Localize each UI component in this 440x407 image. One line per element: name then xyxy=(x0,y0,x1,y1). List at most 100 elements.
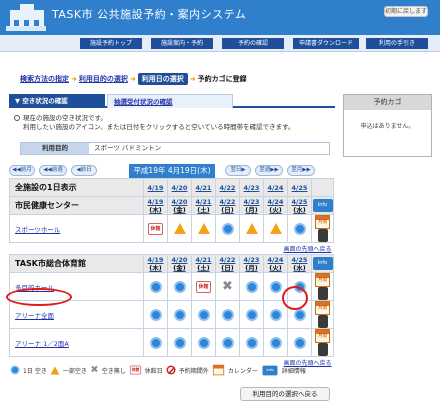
room-link[interactable]: アリーナ全面 xyxy=(15,312,54,320)
status-cell[interactable] xyxy=(239,300,264,329)
date-header[interactable]: 4/23 xyxy=(239,178,264,197)
nav-guide[interactable]: 利用の手引き xyxy=(366,38,428,49)
status-cell[interactable] xyxy=(191,214,216,243)
date-header[interactable]: 4/22 (日) xyxy=(215,196,240,215)
reset-button[interactable]: 初期に戻します xyxy=(384,6,428,17)
date-header[interactable]: 4/24 xyxy=(263,178,288,197)
status-cell[interactable] xyxy=(239,214,264,243)
info-icon[interactable]: Info xyxy=(312,257,333,270)
legend-calendar: カレンダー xyxy=(227,367,258,375)
available-icon xyxy=(269,336,282,349)
cart-empty-message: 申込はありません。 xyxy=(360,123,415,130)
status-cell[interactable]: ✖ xyxy=(215,272,240,301)
status-cell[interactable] xyxy=(239,272,264,301)
status-cell[interactable] xyxy=(191,300,216,329)
status-cell[interactable] xyxy=(167,272,192,301)
status-cell[interactable] xyxy=(287,328,312,357)
date-header[interactable]: 4/25 (水) xyxy=(287,254,312,273)
available-icon xyxy=(173,336,186,349)
date-header[interactable]: 4/22 xyxy=(215,178,240,197)
bullet-icon xyxy=(14,115,20,121)
arrow-right-icon: ➜ xyxy=(129,75,136,83)
info-icon[interactable] xyxy=(317,343,328,356)
date-header[interactable]: 4/23 (月) xyxy=(239,196,264,215)
status-cell[interactable] xyxy=(167,214,192,243)
room-row: スポーツホール 休館 月間 xyxy=(9,214,334,243)
back-to-top-link[interactable]: 画面の先頭へ戻る xyxy=(283,246,331,253)
status-cell[interactable]: 休館 xyxy=(191,272,216,301)
status-cell[interactable] xyxy=(215,300,240,329)
room-link[interactable]: アリーナ 1／2面A xyxy=(15,340,69,348)
availability-grid: 全施設の1日表示 4/19 4/20 4/21 4/22 4/23 4/24 4… xyxy=(9,178,334,369)
date-header[interactable]: 4/23 (月) xyxy=(239,254,264,273)
date-header[interactable]: 4/24 (火) xyxy=(263,196,288,215)
status-cell[interactable] xyxy=(287,214,312,243)
next-week-button[interactable]: 翌週▶▶ xyxy=(255,165,283,176)
nav-confirm-reservation[interactable]: 予約の確認 xyxy=(222,38,284,49)
next-day-button[interactable]: 翌日▶ xyxy=(225,165,251,176)
date-header[interactable]: 4/24 (火) xyxy=(263,254,288,273)
next-month-button[interactable]: 翌月▶▶ xyxy=(287,165,315,176)
crumb-search-method[interactable]: 検索方法の指定 xyxy=(20,74,69,84)
prev-day-button[interactable]: ◀前日 xyxy=(71,165,97,176)
info-icon[interactable]: Info xyxy=(312,199,333,212)
date-header[interactable]: 4/21 (土) xyxy=(191,254,216,273)
status-cell[interactable] xyxy=(215,214,240,243)
status-cell[interactable] xyxy=(263,328,288,357)
tab-lottery-status[interactable]: 抽選受付状況の確認 xyxy=(107,94,233,108)
room-row: アリーナ 1／2面A 月間 xyxy=(9,328,334,357)
instruction-line-1: 現在の施設の空き状況です。 xyxy=(23,114,107,122)
info-icon[interactable] xyxy=(317,229,328,242)
back-to-purpose-button[interactable]: 利用目的の選択へ戻る xyxy=(240,387,330,401)
tab-availability[interactable]: ▼ 空き状況の確認 xyxy=(9,94,105,108)
status-cell[interactable] xyxy=(215,328,240,357)
available-icon xyxy=(293,336,306,349)
date-header[interactable]: 4/25 xyxy=(287,178,312,197)
status-cell[interactable] xyxy=(143,272,168,301)
breadcrumb: 検索方法の指定 ➜ 利用目的の選択 ➜ 利用日の選択 ➜ 予約カゴに登録 xyxy=(20,73,247,85)
prev-month-button[interactable]: ◀◀前月 xyxy=(9,165,35,176)
closed-day-icon: 休館 xyxy=(196,280,211,293)
room-link[interactable]: スポーツホール xyxy=(15,226,60,234)
date-header[interactable]: 4/19 xyxy=(143,178,168,197)
calendar-icon[interactable]: 月間 xyxy=(315,273,330,287)
legend-closed: 休館日 xyxy=(144,367,163,375)
date-header[interactable]: 4/21 xyxy=(191,178,216,197)
info-icon[interactable] xyxy=(317,287,328,300)
calendar-icon[interactable]: 月間 xyxy=(315,329,330,343)
city-hall-logo-icon xyxy=(6,4,46,32)
date-header[interactable]: 4/21 (土) xyxy=(191,196,216,215)
status-cell[interactable] xyxy=(143,300,168,329)
date-header[interactable]: 4/20 (金) xyxy=(167,254,192,273)
date-header[interactable]: 4/25 (水) xyxy=(287,196,312,215)
crumb-purpose[interactable]: 利用目的の選択 xyxy=(79,74,128,84)
available-icon xyxy=(293,222,306,235)
arrow-right-icon: ➜ xyxy=(71,75,77,83)
nav-home[interactable]: 施設予約トップ xyxy=(80,38,142,49)
calendar-icon[interactable]: 月間 xyxy=(315,301,330,315)
status-cell[interactable] xyxy=(191,328,216,357)
info-icon[interactable] xyxy=(317,315,328,328)
date-header[interactable]: 4/20 (金) xyxy=(167,196,192,215)
date-header[interactable]: 4/19 (木) xyxy=(143,196,168,215)
status-cell[interactable]: 休館 xyxy=(143,214,168,243)
status-cell[interactable] xyxy=(263,214,288,243)
status-cell[interactable] xyxy=(167,300,192,329)
nav-download-forms[interactable]: 申請書ダウンロード xyxy=(293,38,359,49)
nav-facility-reservation[interactable]: 施設案内・予約 xyxy=(151,38,213,49)
partial-availability-icon xyxy=(197,223,210,234)
date-header[interactable]: 4/19 (木) xyxy=(143,254,168,273)
status-cell[interactable] xyxy=(239,328,264,357)
closed-day-icon: 休館 xyxy=(148,222,163,235)
calendar-icon[interactable]: 月間 xyxy=(315,215,330,229)
prev-week-button[interactable]: ◀◀前週 xyxy=(39,165,67,176)
crumb-next-step: 予約カゴに登録 xyxy=(197,75,247,83)
highlight-oval xyxy=(6,288,72,306)
no-availability-icon: ✖ xyxy=(90,364,99,376)
status-cell[interactable] xyxy=(167,328,192,357)
date-header[interactable]: 4/22 (日) xyxy=(215,254,240,273)
status-cell[interactable] xyxy=(143,328,168,357)
date-header[interactable]: 4/20 xyxy=(167,178,192,197)
legend-full: 空き無し xyxy=(101,367,126,375)
legend-available-prefix: 1日 xyxy=(23,367,33,375)
